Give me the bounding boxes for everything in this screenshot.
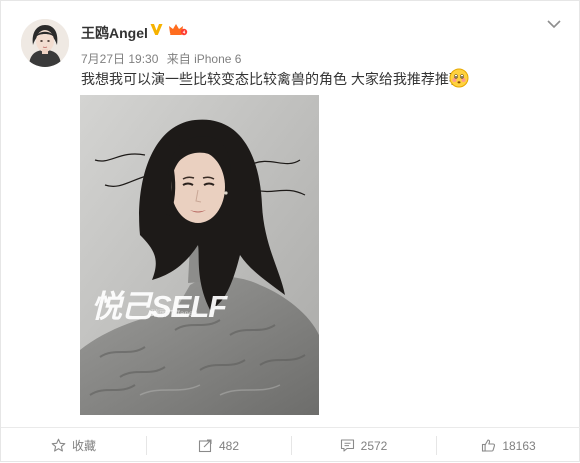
comment-button[interactable]: 2572 (291, 428, 436, 463)
favorite-button[interactable]: 收藏 (1, 428, 146, 463)
favorite-label: 收藏 (71, 439, 96, 453)
avatar[interactable] (21, 19, 69, 67)
weibo-post-card: 王鸥Angel 4 7月27日 19:30 来自 iPhone 6 我想我可以演… (0, 0, 580, 462)
blush-emoji-icon (449, 68, 469, 88)
post-photo[interactable] (80, 95, 319, 415)
like-count: 18163 (502, 438, 536, 453)
star-icon (51, 438, 66, 452)
vip-badge-icon[interactable]: 4 (168, 22, 188, 37)
photo-credit: 瑞丽 Tiffanea (151, 309, 198, 318)
comment-icon (340, 439, 354, 452)
share-icon (198, 439, 212, 453)
post-text: 我想我可以演一些比较变态比较禽兽的角色 大家给我推荐推荐 (81, 71, 463, 87)
repost-button[interactable]: 482 (146, 428, 291, 463)
post-meta: 7月27日 19:30 来自 iPhone 6 (81, 50, 246, 67)
thumbs-up-icon (482, 439, 496, 452)
comment-count: 2572 (360, 438, 388, 453)
verified-badge-icon (150, 24, 163, 35)
action-toolbar: 收藏 482 2572 18163 (1, 428, 580, 463)
magazine-logo: 悦己SELF (91, 289, 227, 324)
repost-count: 482 (218, 438, 240, 453)
author-name[interactable]: 王鸥Angel (81, 23, 148, 43)
chevron-down-icon[interactable] (547, 19, 561, 29)
post-source: 来自 iPhone 6 (166, 52, 242, 66)
post-timestamp[interactable]: 7月27日 19:30 (81, 52, 158, 66)
like-button[interactable]: 18163 (436, 428, 580, 463)
